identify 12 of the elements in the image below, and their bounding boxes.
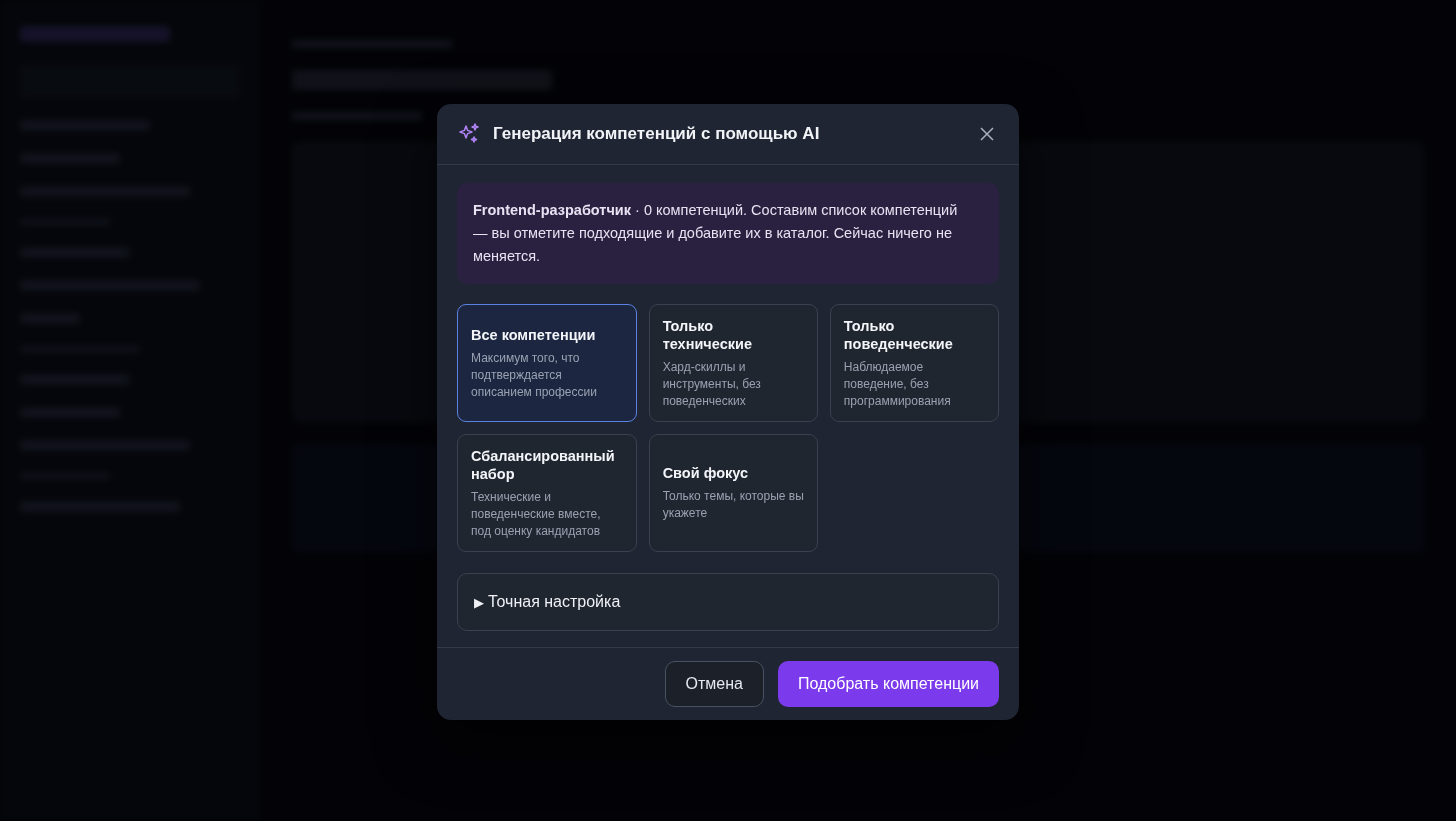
option-card[interactable]: Только технические Хард-скиллы и инструменты, без поведенческих — [648, 304, 818, 422]
cancel-button[interactable]: Отмена — [664, 661, 764, 707]
fine-tuning-toggle[interactable]: ▶ Точная настройка — [457, 573, 999, 631]
intro-text: Frontend-разработчик · 0 компетенций. Составим список компетенций — вы отметите подходящие и добавите их в каталог. Сейчас ничего не меняется. — [457, 183, 999, 284]
option-card[interactable]: Все компетенции Максимум того, что подтверждается описанием профессии — [457, 304, 637, 422]
dialog-title: Генерация компетенций с помощью AI — [493, 124, 821, 144]
sparkles-icon — [457, 122, 481, 146]
submit-button[interactable]: Подобрать компетенции — [777, 661, 999, 707]
option-card[interactable]: Только поведенческие Наблюдаемое поведение, без программирования — [829, 304, 999, 422]
option-card[interactable]: Свой фокус Только темы, которые вы укажете — [648, 434, 818, 552]
option-card[interactable]: Сбалансированный набор Технические и поведенческие вместе, под оценку кандидатов — [457, 434, 637, 552]
close-icon — [979, 126, 995, 142]
